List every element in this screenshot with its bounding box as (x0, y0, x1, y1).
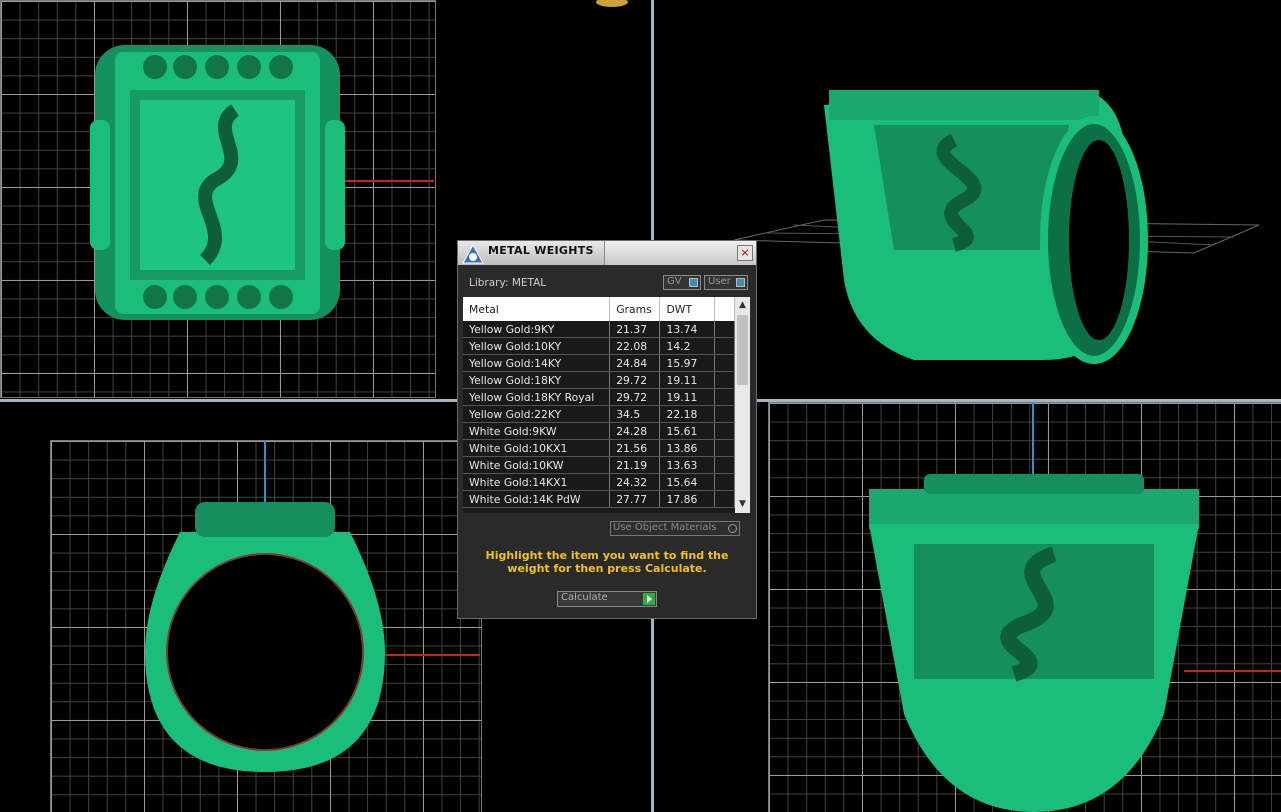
metal-cell: Yellow Gold:10KY (463, 337, 611, 355)
metal-cell: Yellow Gold:18KY Royal (463, 388, 611, 406)
ring-front-view (145, 502, 385, 772)
grams-cell: 27.77 (609, 490, 661, 508)
user-button[interactable]: User (704, 275, 748, 290)
spacer-cell (714, 371, 736, 389)
column-header-metal[interactable]: Metal (463, 297, 611, 321)
column-header-spacer (714, 297, 736, 321)
spacer-cell (714, 337, 736, 355)
table-row[interactable]: Yellow Gold:10KY 22.08 14.2 (463, 337, 736, 355)
table-scrollbar[interactable]: ▲ ▼ (735, 297, 750, 513)
close-button[interactable]: × (737, 245, 753, 261)
metal-cell: Yellow Gold:18KY (463, 371, 611, 389)
metal-cell: White Gold:9KW (463, 422, 611, 440)
grams-cell: 22.08 (609, 337, 661, 355)
play-icon (643, 593, 655, 605)
scroll-thumb[interactable] (737, 315, 748, 385)
dwt-cell: 13.74 (659, 321, 715, 338)
dwt-cell: 17.86 (659, 490, 715, 508)
instruction-hint: Highlight the item you want to find the … (485, 549, 729, 575)
top-marker-icon (596, 0, 628, 7)
grams-cell: 21.37 (609, 321, 661, 338)
spacer-cell (714, 473, 736, 491)
spacer-cell (714, 456, 736, 474)
use-object-materials-label: Use Object Materials (613, 522, 717, 533)
metal-table[interactable]: Metal Grams DWT Yellow Gold:9KY 21.37 13.7… (463, 297, 750, 513)
metal-cell: White Gold:14K PdW (463, 490, 611, 508)
spacer-cell (714, 439, 736, 457)
table-row[interactable]: Yellow Gold:22KY 34.5 22.18 (463, 405, 736, 423)
grams-cell: 21.19 (609, 456, 661, 474)
gv-button[interactable]: GV (663, 275, 701, 290)
table-row[interactable]: White Gold:10KW 21.19 13.63 (463, 456, 736, 474)
metal-weights-dialog: METAL WEIGHTS × Library: METAL GV User M… (457, 240, 757, 619)
ring-top-view (90, 45, 345, 320)
spacer-cell (714, 405, 736, 423)
app-logo-icon (462, 243, 484, 264)
toggle-indicator-icon (736, 278, 745, 287)
grams-cell: 34.5 (609, 405, 661, 423)
metal-cell: White Gold:10KX1 (463, 439, 611, 457)
dwt-cell: 13.63 (659, 456, 715, 474)
table-row[interactable]: White Gold:14K PdW 27.77 17.86 (463, 490, 736, 508)
grams-cell: 29.72 (609, 371, 661, 389)
metal-cell: White Gold:14KX1 (463, 473, 611, 491)
table-row[interactable]: White Gold:14KX1 24.32 15.64 (463, 473, 736, 491)
gv-button-label: GV (667, 276, 682, 287)
metal-cell: Yellow Gold:9KY (463, 321, 611, 338)
spacer-cell (714, 388, 736, 406)
spacer-cell (714, 354, 736, 372)
column-header-grams[interactable]: Grams (609, 297, 661, 321)
scroll-down-icon[interactable]: ▼ (735, 498, 750, 511)
radio-indicator-icon (728, 524, 737, 533)
dwt-cell: 22.18 (659, 405, 715, 423)
use-object-materials-toggle[interactable]: Use Object Materials (610, 521, 740, 536)
table-row[interactable]: White Gold:9KW 24.28 15.61 (463, 422, 736, 440)
ring-side-view (869, 474, 1199, 812)
dwt-cell: 14.2 (659, 337, 715, 355)
ring-perspective-view (824, 90, 1148, 364)
scroll-up-icon[interactable]: ▲ (735, 299, 750, 312)
dwt-cell: 13.86 (659, 439, 715, 457)
grams-cell: 21.56 (609, 439, 661, 457)
dwt-cell: 15.64 (659, 473, 715, 491)
library-label: Library: METAL (469, 277, 547, 289)
calculate-button[interactable]: Calculate (557, 591, 657, 607)
grams-cell: 29.72 (609, 388, 661, 406)
spacer-cell (714, 422, 736, 440)
dwt-cell: 19.11 (659, 371, 715, 389)
column-header-dwt[interactable]: DWT (659, 297, 715, 321)
metal-cell: Yellow Gold:14KY (463, 354, 611, 372)
spacer-cell (714, 321, 736, 338)
table-row[interactable]: Yellow Gold:18KY Royal 29.72 19.11 (463, 388, 736, 406)
table-row[interactable]: White Gold:10KX1 21.56 13.86 (463, 439, 736, 457)
dwt-cell: 15.97 (659, 354, 715, 372)
dialog-titlebar[interactable]: METAL WEIGHTS × (458, 241, 756, 265)
table-row[interactable]: Yellow Gold:9KY 21.37 13.74 (463, 321, 736, 338)
dialog-title: METAL WEIGHTS (488, 244, 594, 257)
metal-cell: White Gold:10KW (463, 456, 611, 474)
z-axis-line (1032, 402, 1034, 482)
grams-cell: 24.28 (609, 422, 661, 440)
calculate-button-label: Calculate (561, 592, 608, 603)
table-row[interactable]: Yellow Gold:14KY 24.84 15.97 (463, 354, 736, 372)
dwt-cell: 15.61 (659, 422, 715, 440)
dwt-cell: 19.11 (659, 388, 715, 406)
user-button-label: User (708, 276, 731, 287)
table-row[interactable]: Yellow Gold:18KY 29.72 19.11 (463, 371, 736, 389)
grams-cell: 24.84 (609, 354, 661, 372)
toggle-indicator-icon (689, 278, 698, 287)
grams-cell: 24.32 (609, 473, 661, 491)
metal-cell: Yellow Gold:22KY (463, 405, 611, 423)
spacer-cell (714, 490, 736, 508)
